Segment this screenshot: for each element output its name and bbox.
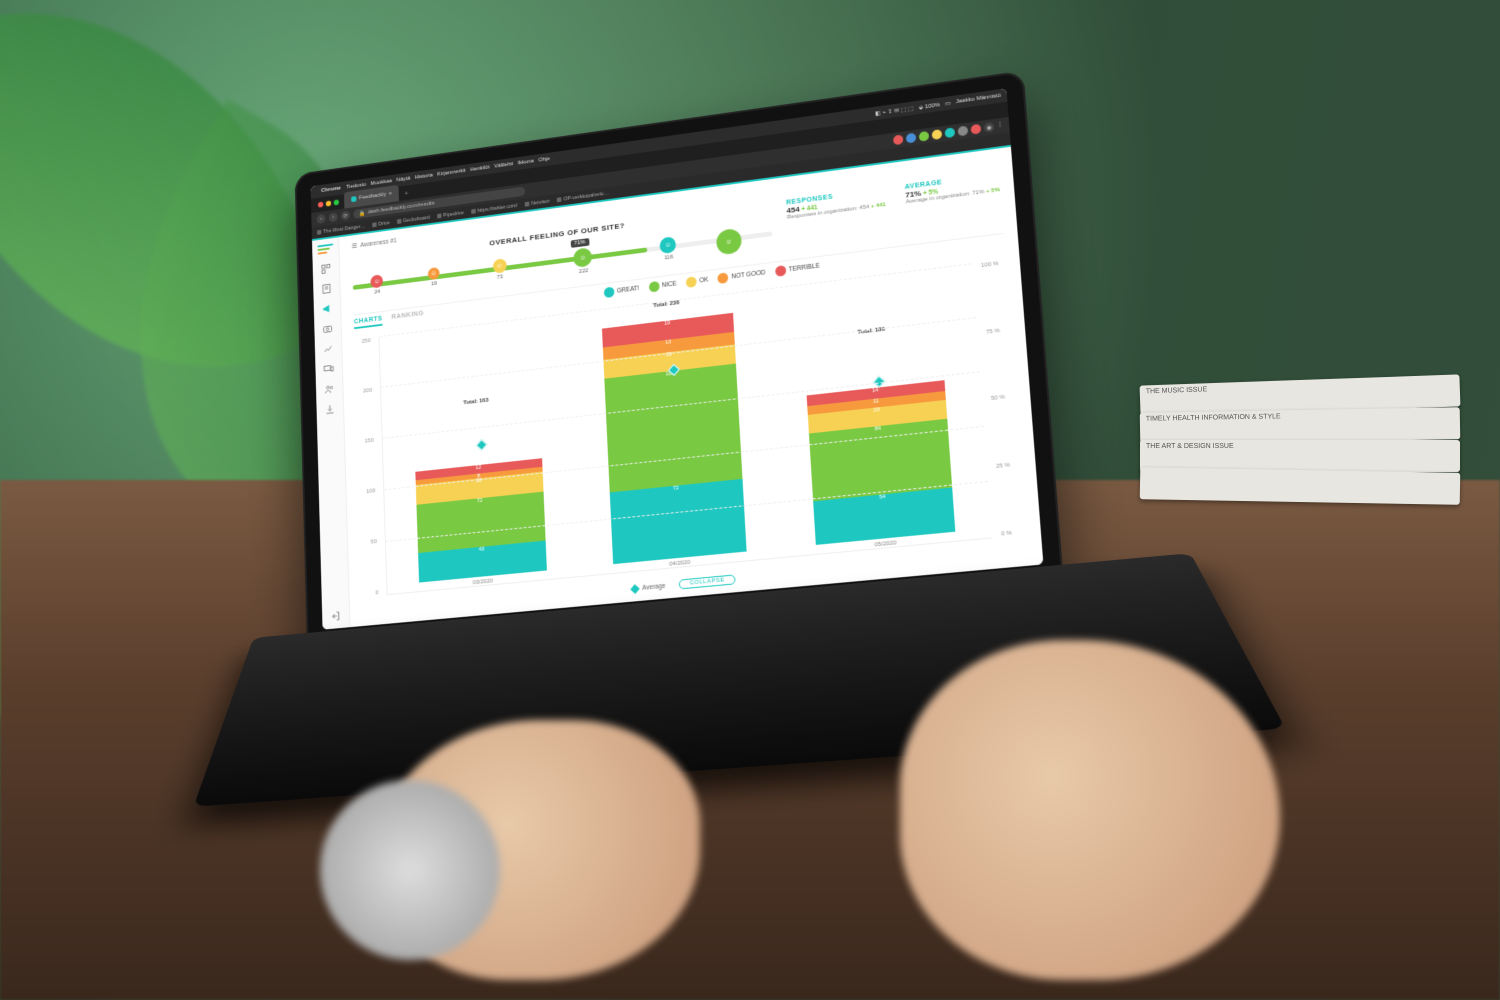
average-badge: 71% (570, 238, 589, 248)
awareness-label: Awareness #1 (360, 237, 397, 248)
y-tick: 150 (357, 438, 373, 445)
responses-metric: RESPONSES 454 + 441 Responses in organiz… (786, 187, 886, 221)
ext-icon[interactable] (932, 129, 943, 140)
y2-tick: 25 % (996, 461, 1021, 470)
x-tick: 04/2020 (669, 560, 690, 568)
nav-megaphone-icon[interactable] (321, 302, 334, 316)
y-tick: 100 (359, 488, 375, 495)
bar-segment[interactable]: 72 (610, 479, 746, 565)
bookmark-favicon-icon (397, 219, 402, 224)
menubar-item[interactable]: Ohje (538, 156, 550, 163)
menubar-item[interactable]: Historia (415, 173, 433, 181)
menu-icon[interactable]: ⋮ (997, 121, 1004, 131)
question-type-icon: ☰ (352, 242, 357, 250)
ext-icon[interactable] (906, 133, 917, 144)
y-tick: 50 (361, 539, 377, 546)
average-metric: AVERAGE 71% + 5% Average in organization… (904, 172, 1000, 206)
average-point-icon (476, 439, 488, 451)
traffic-max-icon[interactable] (334, 199, 339, 205)
sentiment-face-icon: ☺ (371, 274, 384, 288)
average-legend: Average (632, 582, 666, 592)
sentiment-face-icon (648, 281, 659, 293)
bookmark-favicon-icon (437, 213, 442, 218)
menubar-item[interactable]: Henkilöt (470, 165, 490, 173)
bar-segment[interactable]: 115 (605, 364, 742, 493)
magazine (1140, 467, 1461, 505)
nav-logout-icon[interactable] (329, 609, 342, 623)
x-tick: 03/2020 (473, 578, 493, 586)
lock-icon: 🔒 (359, 210, 366, 217)
bookmark-item[interactable]: Netvisor (525, 198, 550, 207)
sentiment-face-icon (775, 265, 786, 277)
sentiment-face-icon: ☺ (716, 228, 742, 256)
ext-icon[interactable] (971, 124, 982, 135)
y2-tick: 50 % (991, 393, 1016, 402)
tab-label: Feedbackly (359, 192, 386, 201)
bookmark-item[interactable]: Pipedrive (437, 210, 464, 219)
bookmark-item[interactable]: Drive (372, 220, 390, 228)
legend-item[interactable]: GREAT! (604, 283, 640, 298)
ext-icon[interactable] (919, 131, 930, 142)
bar-column: Total: 163 437228812 03/2020 (411, 318, 547, 591)
y-tick: 250 (354, 338, 370, 345)
collapse-button[interactable]: COLLAPSE (679, 574, 736, 589)
battery-icon[interactable]: ▭ (945, 100, 951, 107)
menubar-item[interactable]: Näytä (396, 176, 410, 183)
app-name[interactable]: Chrome (321, 186, 341, 194)
bookmark-favicon-icon (471, 209, 476, 214)
legend-item[interactable]: NOT GOOD (718, 268, 766, 284)
y2-tick: 0 % (1001, 529, 1026, 537)
ext-icon[interactable] (893, 134, 904, 145)
ext-icon[interactable] (958, 126, 969, 137)
nav-chart-icon[interactable] (322, 342, 335, 356)
close-icon[interactable]: × (389, 191, 392, 197)
y-tick: 0 (362, 590, 378, 597)
menubar-item[interactable]: Ikkuna (518, 159, 534, 167)
nav-users-icon[interactable] (323, 382, 336, 396)
y-tick: 200 (356, 388, 372, 395)
reload-button[interactable]: ⟳ (341, 211, 350, 221)
tab-favicon-icon (351, 196, 356, 202)
chart-tab-charts[interactable]: CHARTS (354, 316, 383, 330)
wifi-icon[interactable]: ⬙ 100% (918, 101, 940, 111)
nav-camera-icon[interactable] (321, 322, 334, 336)
nav-download-icon[interactable] (324, 402, 337, 416)
legend-item[interactable]: TERRIBLE (775, 261, 820, 277)
chart-tab-ranking[interactable]: RANKING (391, 310, 424, 324)
traffic-min-icon[interactable] (326, 201, 331, 207)
sentiment-face-icon (718, 272, 729, 284)
traffic-close-icon[interactable] (318, 202, 323, 208)
sentiment-face-icon: ☺ (573, 247, 592, 268)
nav-surveys-icon[interactable] (320, 282, 333, 296)
y2-tick: 100 % (981, 260, 1006, 269)
x-tick: 05/2020 (874, 540, 896, 548)
profile-icon[interactable]: ◉ (984, 122, 995, 133)
sentiment-face-icon (686, 276, 697, 288)
nav-dashboard-icon[interactable] (320, 262, 333, 276)
sentiment-face-icon: ☺ (428, 267, 440, 280)
sentiment-face-icon (604, 287, 615, 299)
new-tab-button[interactable]: + (401, 188, 413, 198)
wristwatch (320, 780, 500, 960)
nav-devices-icon[interactable] (322, 362, 335, 376)
legend-item[interactable]: NICE (648, 279, 676, 293)
bookmark-favicon-icon (317, 230, 321, 235)
bookmark-favicon-icon (372, 222, 377, 227)
menubar-item[interactable]: Kirjanmerkit (437, 168, 466, 177)
brand-logo-icon[interactable] (317, 243, 333, 256)
bar-column: Total: 238 72115191319 04/2020 (601, 294, 746, 573)
forward-button[interactable]: › (329, 212, 338, 222)
bookmark-favicon-icon (557, 197, 562, 202)
sentiment-face-icon: ☺ (660, 236, 677, 254)
sentiment-face-icon: ☺ (492, 258, 506, 274)
menubar-item[interactable]: Välilehti (494, 161, 513, 169)
ext-icon[interactable] (945, 127, 956, 138)
legend-item[interactable]: OK (686, 275, 709, 288)
bookmark-favicon-icon (525, 201, 530, 206)
diamond-icon (630, 584, 639, 594)
back-button[interactable]: ‹ (317, 214, 326, 224)
y2-tick: 75 % (986, 326, 1011, 335)
bar-column: Total: 186 5484231114 05/2020 (800, 269, 955, 554)
